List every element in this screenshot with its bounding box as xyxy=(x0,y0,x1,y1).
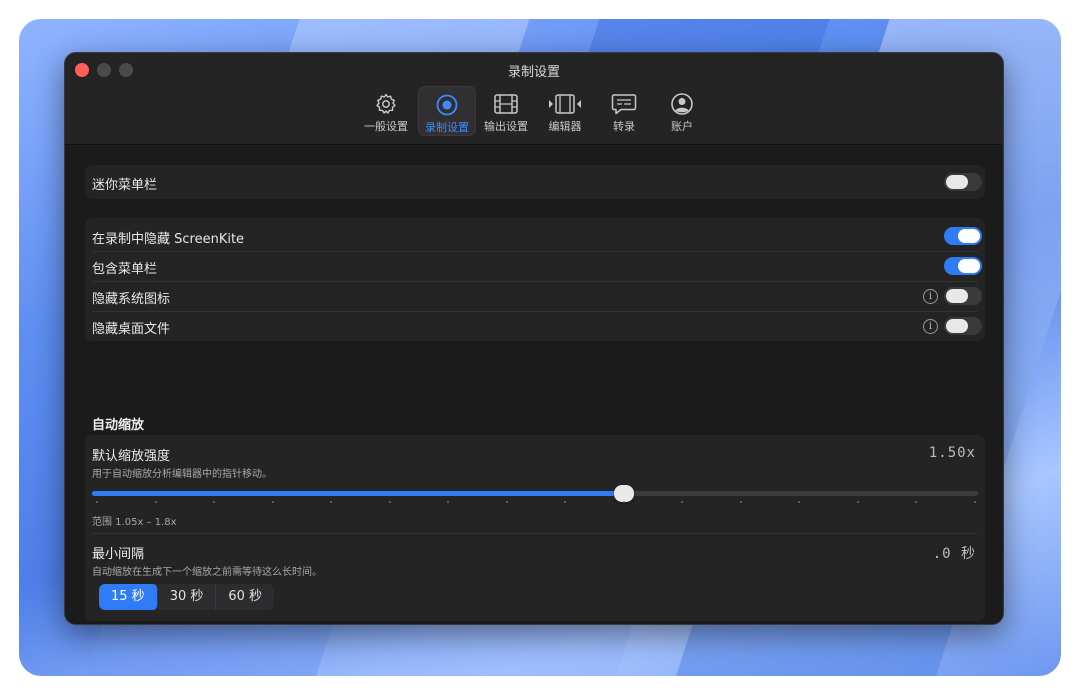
tab-output[interactable]: 输出设置 xyxy=(477,86,535,136)
mini-menubar-group: 迷你菜单栏 xyxy=(85,165,985,199)
slider-tick xyxy=(564,501,566,503)
film-icon xyxy=(494,94,518,114)
mini-menubar-toggle[interactable] xyxy=(944,173,982,191)
slider-tick xyxy=(272,501,274,503)
slider-tick xyxy=(213,501,215,503)
slider-tick xyxy=(740,501,742,503)
slider-tick xyxy=(974,501,976,503)
hide-screenkite-toggle[interactable] xyxy=(944,227,982,245)
auto-zoom-group: 默认缩放强度 1.50x 用于自动缩放分析编辑器中的指针移动。 范围 1.05x… xyxy=(85,435,985,621)
tab-account[interactable]: 账户 xyxy=(653,86,711,136)
setting-row: 隐藏系统图标 i xyxy=(85,281,985,311)
setting-row: 在录制中隐藏 ScreenKite xyxy=(85,221,985,251)
min-interval-title: 最小间隔 xyxy=(92,547,145,562)
min-interval-value: .0 秒 xyxy=(932,546,976,562)
caption-icon xyxy=(611,94,637,115)
mini-menubar-label: 迷你菜单栏 xyxy=(92,178,158,193)
hide-screenkite-label: 在录制中隐藏 ScreenKite xyxy=(92,232,245,247)
setting-row: 迷你菜单栏 xyxy=(85,167,985,197)
include-menubar-toggle[interactable] xyxy=(944,257,982,275)
slider-tick xyxy=(506,501,508,503)
toggle-knob xyxy=(958,259,980,273)
tab-general[interactable]: 一般设置 xyxy=(357,86,415,136)
tab-label: 编辑器 xyxy=(548,120,582,133)
account-icon xyxy=(671,93,693,115)
tab-label: 输出设置 xyxy=(484,120,528,133)
tab-recording[interactable]: 录制设置 xyxy=(418,86,476,136)
slider-tick xyxy=(623,501,625,503)
gear-icon xyxy=(376,93,396,114)
setting-row: 包含菜单栏 xyxy=(85,251,985,281)
slider-tick xyxy=(798,501,800,503)
settings-window: 录制设置 一般设置 录制设置 输出设置 编辑器 转录 账户 迷你菜单栏 在录制中… xyxy=(64,52,1004,625)
hide-desktop-files-toggle[interactable] xyxy=(944,317,982,335)
include-menubar-label: 包含菜单栏 xyxy=(92,262,158,277)
slider-fill xyxy=(92,491,624,496)
info-icon[interactable]: i xyxy=(923,319,938,334)
hide-system-icons-label: 隐藏系统图标 xyxy=(92,292,171,307)
tab-label: 转录 xyxy=(613,120,635,133)
slider-ticks xyxy=(92,501,978,504)
tab-editor[interactable]: 编辑器 xyxy=(536,86,594,136)
settings-tabs: 一般设置 录制设置 输出设置 编辑器 转录 账户 xyxy=(65,86,1003,138)
info-icon[interactable]: i xyxy=(923,289,938,304)
auto-zoom-section-title: 自动缩放 xyxy=(92,418,145,433)
tab-transcribe[interactable]: 转录 xyxy=(595,86,653,136)
zoom-strength-title: 默认缩放强度 xyxy=(92,449,171,464)
toggle-knob xyxy=(946,319,968,333)
slider-thumb[interactable] xyxy=(614,485,634,502)
slider-tick xyxy=(447,501,449,503)
slider-tick xyxy=(155,501,157,503)
slider-tick xyxy=(330,501,332,503)
setting-row: 隐藏桌面文件 i xyxy=(85,311,985,341)
editor-icon xyxy=(549,94,581,114)
interval-option-30[interactable]: 30 秒 xyxy=(158,584,217,610)
tab-label: 录制设置 xyxy=(425,121,469,134)
interval-segmented-control: 15 秒 30 秒 60 秒 xyxy=(99,584,275,610)
settings-content: 迷你菜单栏 在录制中隐藏 ScreenKite 包含菜单栏 隐藏系统图标 i 隐… xyxy=(65,146,1003,624)
tab-label: 账户 xyxy=(671,120,693,133)
slider-tick xyxy=(681,501,683,503)
hide-desktop-files-label: 隐藏桌面文件 xyxy=(92,322,171,337)
recording-options-group: 在录制中隐藏 ScreenKite 包含菜单栏 隐藏系统图标 i 隐藏桌面文件 … xyxy=(85,218,985,341)
toggle-knob xyxy=(958,229,980,243)
toggle-knob xyxy=(946,289,968,303)
tab-label: 一般设置 xyxy=(364,120,408,133)
record-icon xyxy=(436,94,458,116)
toggle-knob xyxy=(946,175,968,189)
zoom-strength-slider[interactable] xyxy=(92,485,978,502)
zoom-range-text: 范围 1.05x – 1.8x xyxy=(92,517,177,528)
slider-tick xyxy=(389,501,391,503)
interval-option-15[interactable]: 15 秒 xyxy=(99,584,158,610)
slider-tick xyxy=(915,501,917,503)
zoom-strength-value: 1.50x xyxy=(928,445,976,461)
min-interval-description: 自动缩放在生成下一个缩放之前需等待这么长时间。 xyxy=(92,567,322,578)
slider-tick xyxy=(857,501,859,503)
zoom-strength-description: 用于自动缩放分析编辑器中的指针移动。 xyxy=(92,469,272,480)
slider-tick xyxy=(96,501,98,503)
title-bar: 录制设置 一般设置 录制设置 输出设置 编辑器 转录 账户 xyxy=(65,53,1003,145)
window-title: 录制设置 xyxy=(507,65,560,80)
hide-system-icons-toggle[interactable] xyxy=(944,287,982,305)
divider xyxy=(92,533,978,534)
interval-option-60[interactable]: 60 秒 xyxy=(216,584,274,610)
